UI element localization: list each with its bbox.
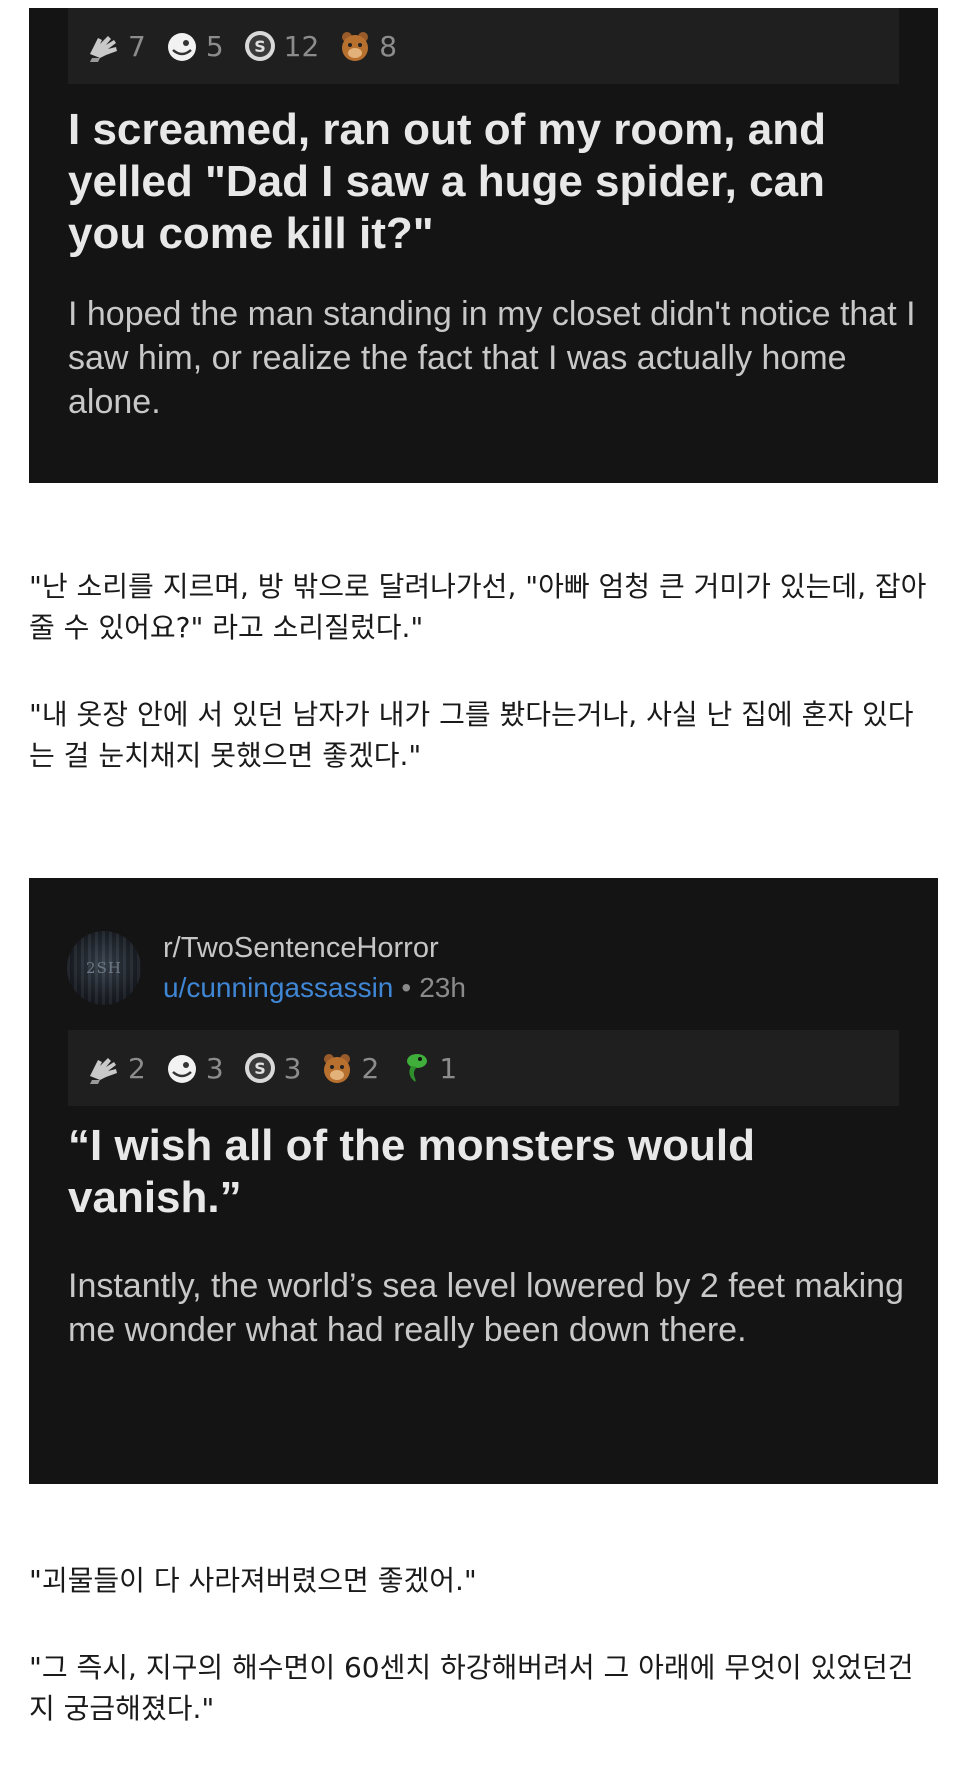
award-helpful-face[interactable]: 5 [164, 28, 224, 64]
post-header: 2SH r/TwoSentenceHorror u/cunningassassi… [67, 930, 466, 1006]
silver-hand-award-icon [86, 28, 122, 64]
awards-bar: 2 3 S 3 2 1 [68, 1030, 899, 1106]
award-silver-hand[interactable]: 7 [86, 28, 146, 64]
subreddit-avatar[interactable]: 2SH [67, 931, 141, 1005]
award-coin[interactable]: S 3 [242, 1050, 302, 1086]
avatar-text: 2SH [86, 959, 122, 977]
silver-hand-award-icon [86, 1050, 122, 1086]
svg-text:S: S [254, 1059, 266, 1078]
post-card-1: 7 5 S 12 8 I screamed, ran out of my roo… [29, 8, 938, 483]
award-count: 12 [283, 29, 320, 63]
post-body: I hoped the man standing in my closet di… [68, 295, 916, 421]
translation-text: "그 즉시, 지구의 해수면이 60센치 하강해버려서 그 아래에 무엇이 있었… [29, 1651, 914, 1725]
award-count: 2 [361, 1051, 380, 1085]
post-title: “I wish all of the monsters would vanish… [68, 1121, 755, 1222]
award-bear[interactable]: 2 [319, 1050, 379, 1086]
bear-award-icon [319, 1050, 355, 1086]
subreddit-name[interactable]: r/TwoSentenceHorror [163, 930, 466, 966]
helpful-face-award-icon [164, 28, 200, 64]
award-silver-hand[interactable]: 2 [86, 1050, 146, 1086]
coin-award-icon: S [242, 28, 278, 64]
award-count: 7 [128, 29, 146, 63]
bear-award-icon [337, 28, 373, 64]
award-green-reptile[interactable]: 1 [397, 1050, 457, 1086]
translation-text: "내 옷장 안에 서 있던 남자가 내가 그를 봤다는거나, 사실 난 집에 혼… [29, 698, 914, 772]
awards-bar: 7 5 S 12 8 [68, 8, 899, 84]
translation-text: "괴물들이 다 사라져버렸으면 좋겠어." [29, 1564, 477, 1597]
translation-text: "난 소리를 지르며, 방 밖으로 달려나가선, "아빠 엄청 큰 거미가 있는… [29, 570, 927, 644]
post-age: 23h [419, 972, 466, 1003]
post-meta: r/TwoSentenceHorror u/cunningassassin • 23… [163, 930, 466, 1006]
coin-award-icon: S [242, 1050, 278, 1086]
award-count: 2 [128, 1051, 146, 1085]
award-helpful-face[interactable]: 3 [164, 1050, 224, 1086]
award-count: 3 [205, 1051, 224, 1085]
green-reptile-award-icon [397, 1050, 433, 1086]
post-body: Instantly, the world’s sea level lowered… [68, 1267, 904, 1349]
svg-text:S: S [254, 37, 266, 56]
author-line: u/cunningassassin • 23h [163, 970, 466, 1006]
award-count: 1 [439, 1051, 458, 1085]
post-title: I screamed, ran out of my room, and yell… [68, 105, 826, 258]
award-count: 5 [205, 29, 224, 63]
award-coin[interactable]: S 12 [242, 28, 320, 64]
helpful-face-award-icon [164, 1050, 200, 1086]
post-card-2: 2SH r/TwoSentenceHorror u/cunningassassi… [29, 878, 938, 1484]
username-link[interactable]: u/cunningassassin [163, 972, 393, 1003]
separator-dot: • [401, 972, 412, 1003]
award-bear[interactable]: 8 [337, 28, 397, 64]
award-count: 3 [283, 1051, 302, 1085]
award-count: 8 [379, 29, 398, 63]
